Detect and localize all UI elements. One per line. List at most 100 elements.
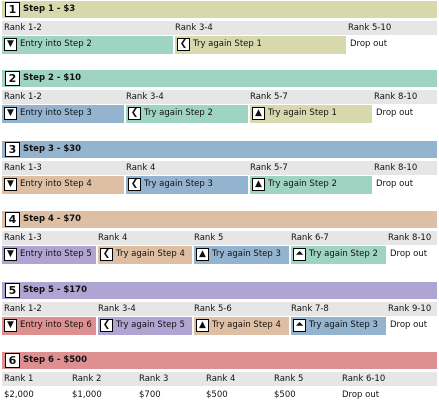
arrow-up-icon: ▲ <box>252 107 265 120</box>
rank-label: Rank 4 <box>206 374 236 384</box>
action-cell[interactable]: ⏶ Try again Step 2 <box>291 246 386 264</box>
arrow-down-icon: ▼ <box>4 107 17 120</box>
action-label: Try again Step 3 <box>309 320 378 330</box>
prize-row: $2,000 $1,000 $700 $500 $500 Drop out <box>2 387 437 405</box>
arrow-left-icon: ❮ <box>128 107 141 120</box>
rank-label: Rank 3-4 <box>98 304 136 314</box>
action-label: Try again Step 1 <box>193 39 262 49</box>
arrow-left-icon: ❮ <box>100 319 113 332</box>
prize-value: $500 <box>206 390 228 400</box>
arrow-left-icon: ❮ <box>177 38 190 51</box>
rank-label: Rank 5-7 <box>250 92 288 102</box>
step-title: Step 6 - $500 <box>23 355 88 365</box>
arrow-down-icon: ▼ <box>4 248 17 261</box>
action-label: Drop out <box>390 249 428 259</box>
rank-label: Rank 5-6 <box>194 304 232 314</box>
step-5-panel: 5 Step 5 - $170 Rank 1-2 Rank 3-4 Rank 5… <box>2 282 437 335</box>
step-header: 5 Step 5 - $170 <box>2 282 437 299</box>
arrow-up-icon: ▲ <box>196 248 209 261</box>
step-title: Step 4 - $70 <box>23 214 82 224</box>
action-cell[interactable]: ❮ Try again Step 3 <box>126 176 248 194</box>
action-label: Entry into Step 3 <box>20 108 92 118</box>
action-label: Drop out <box>350 39 388 49</box>
action-label: Entry into Step 4 <box>20 179 92 189</box>
action-cell[interactable]: ▲ Try again Step 2 <box>250 176 372 194</box>
prize-value: $1,000 <box>72 390 102 400</box>
action-label: Entry into Step 6 <box>20 320 92 330</box>
rank-label: Rank 4 <box>98 233 128 243</box>
prize-value: Drop out <box>342 390 380 400</box>
action-cell: Drop out <box>348 36 437 54</box>
rank-label: Rank 7-8 <box>291 304 329 314</box>
action-cell[interactable]: ▼ Entry into Step 2 <box>2 36 173 54</box>
action-cell: Drop out <box>388 246 437 264</box>
action-cell[interactable]: ❮ Try again Step 2 <box>126 105 248 123</box>
action-label: Drop out <box>390 320 428 330</box>
rank-label: Rank 9-10 <box>388 304 432 314</box>
action-label: Try again Step 2 <box>268 179 337 189</box>
rank-label: Rank 5 <box>194 233 224 243</box>
action-cell[interactable]: ▼ Entry into Step 6 <box>2 317 96 335</box>
rank-label: Rank 5 <box>274 374 304 384</box>
action-label: Try again Step 2 <box>144 108 213 118</box>
action-cell: Drop out <box>374 105 437 123</box>
action-cell[interactable]: ❮ Try again Step 1 <box>175 36 346 54</box>
step-number-box: 3 <box>5 142 20 157</box>
rank-row: Rank 1-3 Rank 4 Rank 5 Rank 6-7 Rank 8-1… <box>2 231 437 245</box>
step-number-box: 2 <box>5 71 20 86</box>
action-row: ▼ Entry into Step 5 ❮ Try again Step 4 ▲… <box>2 246 437 264</box>
rank-row: Rank 1-2 Rank 3-4 Rank 5-7 Rank 8-10 <box>2 90 437 104</box>
prize-value: $500 <box>274 390 296 400</box>
action-label: Try again Step 4 <box>116 249 185 259</box>
rank-label: Rank 8-10 <box>374 163 418 173</box>
step-2-panel: 2 Step 2 - $10 Rank 1-2 Rank 3-4 Rank 5-… <box>2 70 437 123</box>
rank-label: Rank 2 <box>72 374 102 384</box>
action-label: Try again Step 4 <box>212 320 281 330</box>
action-cell: Drop out <box>388 317 437 335</box>
rank-label: Rank 4 <box>126 163 156 173</box>
action-cell[interactable]: ⏶ Try again Step 3 <box>291 317 386 335</box>
step-number-box: 1 <box>5 2 20 17</box>
rank-label: Rank 8-10 <box>388 233 432 243</box>
action-cell[interactable]: ▲ Try again Step 4 <box>194 317 289 335</box>
action-cell[interactable]: ❮ Try again Step 4 <box>98 246 192 264</box>
step-header: 3 Step 3 - $30 <box>2 141 437 158</box>
action-label: Drop out <box>376 179 414 189</box>
action-cell[interactable]: ❮ Try again Step 5 <box>98 317 192 335</box>
rank-row: Rank 1-3 Rank 4 Rank 5-7 Rank 8-10 <box>2 161 437 175</box>
prize-value: $700 <box>139 390 161 400</box>
action-cell[interactable]: ▼ Entry into Step 3 <box>2 105 124 123</box>
arrow-down-icon: ▼ <box>4 319 17 332</box>
arrow-left-icon: ❮ <box>100 248 113 261</box>
action-cell[interactable]: ▼ Entry into Step 5 <box>2 246 96 264</box>
rank-row: Rank 1 Rank 2 Rank 3 Rank 4 Rank 5 Rank … <box>2 372 437 386</box>
rank-label: Rank 8-10 <box>374 92 418 102</box>
action-cell: Drop out <box>374 176 437 194</box>
step-title: Step 1 - $3 <box>23 4 76 14</box>
step-header: 2 Step 2 - $10 <box>2 70 437 87</box>
action-cell[interactable]: ▼ Entry into Step 4 <box>2 176 124 194</box>
action-label: Entry into Step 2 <box>20 39 92 49</box>
action-label: Try again Step 5 <box>116 320 185 330</box>
action-cell[interactable]: ▲ Try again Step 1 <box>250 105 372 123</box>
rank-label: Rank 1 <box>4 374 34 384</box>
rank-label: Rank 5-7 <box>250 163 288 173</box>
step-1-panel: 1 Step 1 - $3 Rank 1-2 Rank 3-4 Rank 5-1… <box>2 1 437 54</box>
rank-label: Rank 1-2 <box>4 23 42 33</box>
rank-label: Rank 6-7 <box>291 233 329 243</box>
rank-label: Rank 3 <box>139 374 169 384</box>
rank-row: Rank 1-2 Rank 3-4 Rank 5-6 Rank 7-8 Rank… <box>2 302 437 316</box>
step-title: Step 3 - $30 <box>23 144 82 154</box>
action-cell[interactable]: ▲ Try again Step 3 <box>194 246 289 264</box>
step-header: 4 Step 4 - $70 <box>2 211 437 228</box>
arrow-up-icon: ▲ <box>196 319 209 332</box>
action-row: ▼ Entry into Step 6 ❮ Try again Step 5 ▲… <box>2 317 437 335</box>
arrow-down-icon: ▼ <box>4 178 17 191</box>
rank-label: Rank 1-3 <box>4 233 42 243</box>
step-6-panel: 6 Step 6 - $500 Rank 1 Rank 2 Rank 3 Ran… <box>2 352 437 405</box>
action-label: Entry into Step 5 <box>20 249 92 259</box>
action-label: Try again Step 3 <box>144 179 213 189</box>
rank-label: Rank 3-4 <box>175 23 213 33</box>
step-number-box: 4 <box>5 212 20 227</box>
step-3-panel: 3 Step 3 - $30 Rank 1-3 Rank 4 Rank 5-7 … <box>2 141 437 194</box>
